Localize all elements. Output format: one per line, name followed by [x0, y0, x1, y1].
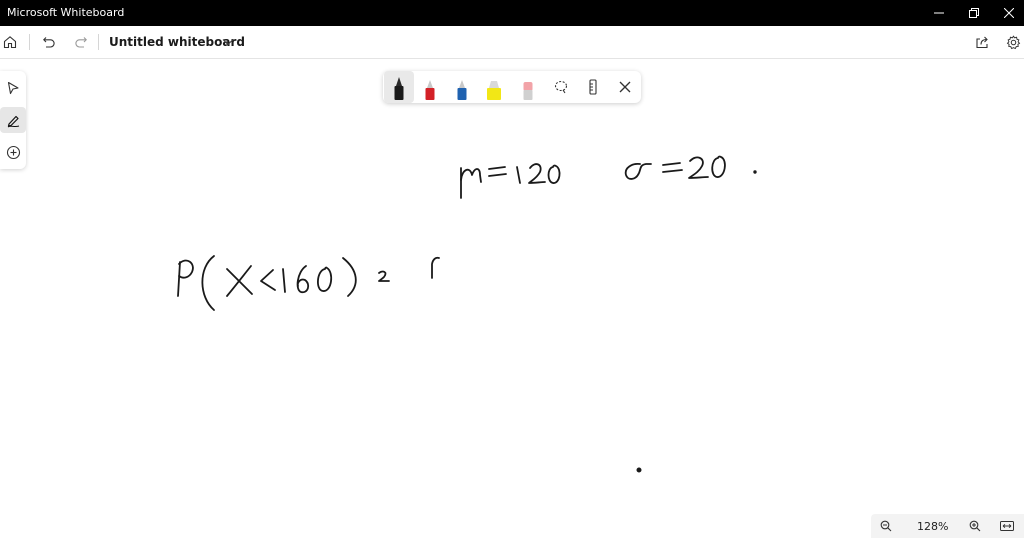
close-ink-toolbar-button[interactable] — [610, 71, 640, 103]
zoom-in-button[interactable] — [965, 516, 985, 536]
whiteboard-canvas[interactable] — [0, 59, 1024, 538]
close-icon — [619, 81, 631, 93]
zoom-in-icon — [969, 520, 981, 532]
ink-stroke-equals — [488, 166, 507, 177]
close-icon — [1004, 8, 1014, 18]
home-button[interactable] — [0, 32, 20, 52]
inking-tool-button[interactable] — [0, 107, 26, 133]
share-icon — [976, 36, 988, 49]
ink-toolbar — [383, 71, 641, 103]
home-icon — [3, 36, 17, 49]
ruler-button[interactable] — [578, 71, 608, 103]
inking-icon — [7, 115, 19, 127]
zoom-controls: 128% — [871, 514, 1024, 538]
ink-stroke-close-paren — [342, 257, 357, 297]
close-window-button[interactable] — [986, 0, 1024, 26]
ink-stroke-mu — [460, 167, 482, 199]
ruler-icon — [589, 79, 597, 95]
black-pen-button[interactable] — [384, 71, 414, 103]
ink-dot — [636, 467, 642, 473]
blue-pen-button[interactable] — [447, 71, 477, 103]
ink-stroke-sigma — [624, 162, 652, 180]
redo-button[interactable] — [71, 32, 91, 52]
ink-stroke-digits-20 — [688, 155, 726, 179]
share-button[interactable] — [972, 32, 992, 52]
ink-stroke-equals-small — [378, 270, 390, 282]
ink-dot — [753, 170, 757, 174]
select-tool-button[interactable] — [0, 75, 26, 101]
divider — [98, 34, 99, 50]
divider — [29, 34, 30, 50]
add-content-button[interactable] — [0, 139, 26, 165]
yellow-highlighter-button[interactable] — [479, 71, 509, 103]
ink-stroke-open-paren — [201, 255, 215, 311]
restore-icon — [969, 8, 979, 18]
ink-stroke-digits-120 — [516, 163, 561, 184]
title-dropdown-button[interactable] — [218, 32, 238, 52]
ink-stroke-equals — [662, 162, 683, 173]
add-icon — [6, 145, 20, 159]
chevron-down-icon — [222, 39, 234, 46]
title-bar: Microsoft Whiteboard — [0, 0, 1024, 26]
zoom-out-icon — [880, 520, 892, 532]
ink-stroke-digits-160 — [282, 265, 333, 294]
zoom-level: 128% — [917, 520, 949, 533]
select-icon — [7, 81, 19, 95]
ink-stroke-letter-x — [226, 265, 253, 297]
undo-button[interactable] — [39, 32, 59, 52]
lasso-icon — [554, 80, 568, 94]
lasso-button[interactable] — [546, 71, 576, 103]
ink-stroke-partial-f — [431, 256, 440, 279]
eraser-icon — [523, 82, 533, 100]
settings-icon — [1006, 34, 1020, 49]
undo-icon — [43, 37, 55, 48]
fit-width-icon — [1000, 521, 1014, 531]
highlighter-icon — [487, 81, 501, 100]
window-title: Microsoft Whiteboard — [7, 6, 125, 19]
app-bar: Untitled whiteboard — [0, 26, 1024, 59]
redo-icon — [75, 37, 87, 48]
ink-stroke-letter-p — [177, 259, 194, 297]
zoom-out-button[interactable] — [876, 516, 896, 536]
pen-icon — [457, 80, 467, 100]
fit-to-screen-button[interactable] — [997, 516, 1017, 536]
pen-icon — [425, 80, 435, 100]
settings-button[interactable] — [1003, 32, 1023, 52]
pen-icon — [394, 77, 404, 100]
minimize-icon — [934, 12, 944, 14]
ink-stroke-less-than — [260, 269, 276, 291]
eraser-button[interactable] — [513, 71, 543, 103]
left-toolbar — [0, 71, 26, 169]
red-pen-button[interactable] — [415, 71, 445, 103]
